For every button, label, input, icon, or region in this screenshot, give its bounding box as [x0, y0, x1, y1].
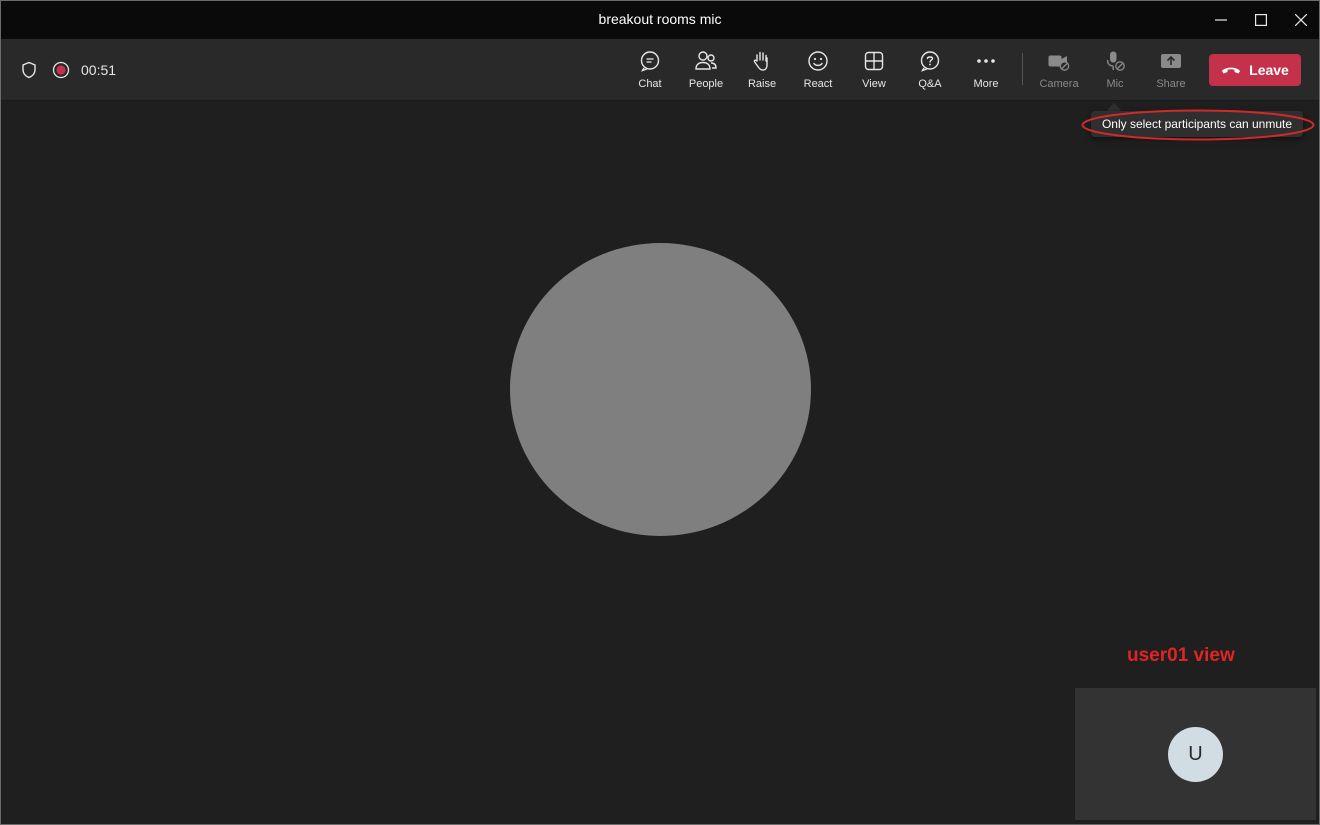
- leave-button[interactable]: Leave: [1209, 54, 1301, 86]
- chat-button[interactable]: Chat: [622, 49, 678, 95]
- shield-icon[interactable]: [20, 61, 38, 79]
- maximize-icon: [1255, 14, 1267, 26]
- minimize-icon: [1215, 19, 1227, 21]
- close-icon: [1295, 14, 1307, 26]
- react-icon: [808, 51, 828, 71]
- react-button[interactable]: React: [790, 49, 846, 95]
- leave-label: Leave: [1249, 62, 1289, 78]
- chat-label: Chat: [638, 78, 662, 90]
- annotation-label: user01 view: [1127, 645, 1235, 666]
- qna-icon: [920, 51, 940, 72]
- mic-off-icon: [1106, 51, 1125, 71]
- more-icon: [977, 59, 995, 63]
- view-button[interactable]: View: [846, 49, 902, 95]
- participant-avatar: [510, 243, 811, 536]
- self-avatar-initial: U: [1188, 743, 1203, 765]
- share-label: Share: [1156, 78, 1186, 90]
- camera-label: Camera: [1039, 78, 1079, 90]
- self-avatar: U: [1168, 727, 1223, 782]
- camera-button[interactable]: Camera: [1031, 49, 1087, 95]
- view-grid-icon: [864, 51, 884, 71]
- close-window-button[interactable]: [1279, 1, 1319, 39]
- mic-button[interactable]: Mic: [1087, 49, 1143, 95]
- people-label: People: [688, 78, 724, 90]
- minimize-button[interactable]: [1199, 1, 1243, 39]
- title-bar: breakout rooms mic: [1, 1, 1319, 39]
- share-button[interactable]: Share: [1143, 49, 1199, 95]
- meeting-timer: 00:51: [81, 62, 117, 78]
- mic-label: Mic: [1106, 78, 1124, 90]
- raise-label: Raise: [747, 78, 777, 90]
- share-icon: [1161, 54, 1181, 68]
- meeting-toolbar: 00:51 Chat People Raise React View Q&A M…: [1, 39, 1319, 101]
- maximize-button[interactable]: [1239, 1, 1283, 39]
- more-label: More: [973, 78, 999, 90]
- qna-button[interactable]: Q&A: [902, 49, 958, 95]
- camera-off-icon: [1048, 55, 1070, 71]
- annotation-ellipse: [1081, 109, 1315, 141]
- recording-icon: [52, 61, 70, 79]
- self-view-tile[interactable]: U: [1075, 688, 1316, 820]
- people-button[interactable]: People: [678, 49, 734, 95]
- react-label: React: [803, 78, 833, 90]
- window-title: breakout rooms mic: [598, 11, 722, 27]
- toolbar-divider: [1022, 53, 1023, 85]
- more-button[interactable]: More: [958, 49, 1014, 95]
- raise-hand-button[interactable]: Raise: [734, 49, 790, 95]
- chat-icon: [640, 51, 660, 72]
- raise-hand-icon: [753, 51, 768, 71]
- qna-label: Q&A: [918, 78, 942, 90]
- hang-up-icon: [1222, 67, 1241, 74]
- meeting-window: breakout rooms mic 00:51 Chat People Rai…: [0, 0, 1320, 825]
- people-icon: [695, 51, 717, 70]
- view-label: View: [862, 78, 886, 90]
